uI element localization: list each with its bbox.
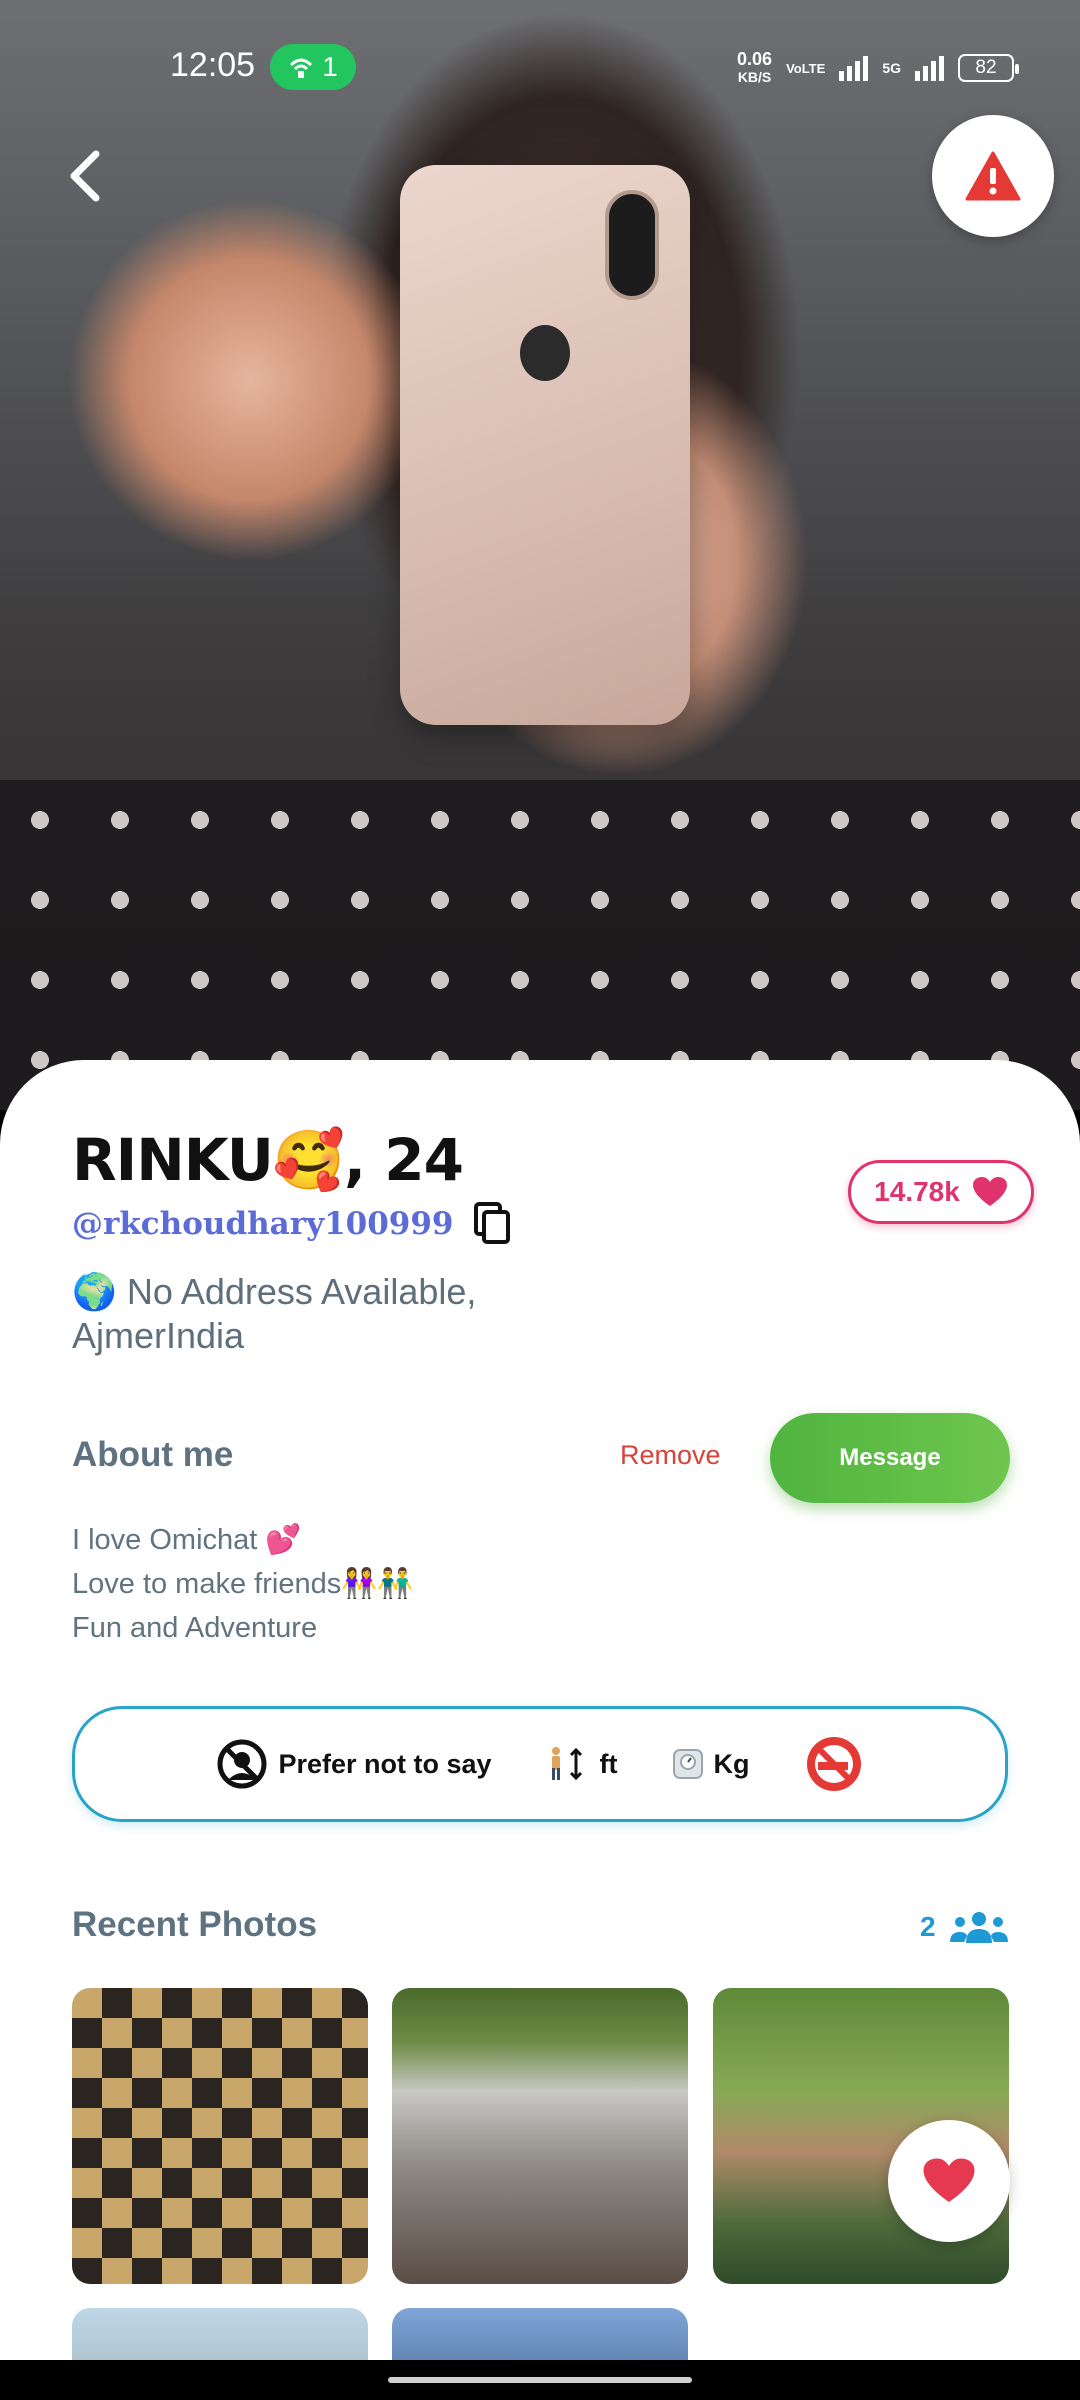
message-button[interactable]: Message [770, 1413, 1010, 1503]
photo-thumbnail[interactable] [392, 1988, 688, 2284]
photo-count-value: 2 [920, 1911, 936, 1942]
heart-icon [972, 1177, 1007, 1206]
traits-bar: Prefer not to say ft Kg [72, 1706, 1008, 1822]
photo-count: 2 [920, 1910, 1010, 1944]
profile-address: 🌍 No Address Available, AjmerIndia [72, 1270, 476, 1358]
trait-height: ft [546, 1746, 618, 1782]
battery-icon: 82 [958, 54, 1019, 82]
bio-text: I love Omichat 💕 Love to make friends👭👬 … [72, 1518, 413, 1650]
likes-count: 14.78k [874, 1176, 960, 1207]
profile-cover-photo [0, 0, 1080, 1110]
status-bar: 12:05 1 0.06 KB/S VoLTE 5G 82 [0, 0, 1080, 140]
trait-religion: Prefer not to say [216, 1738, 492, 1790]
net-speed-unit: KB/S [737, 69, 772, 85]
profile-handle: @rkchoudhary100999 [72, 1206, 454, 1242]
photo-thumbnail[interactable] [72, 1988, 368, 2284]
height-icon [551, 1747, 582, 1781]
bio-line: I love Omichat 💕 [72, 1524, 302, 1556]
favorite-button[interactable] [888, 2120, 1010, 2242]
height-value: ft [599, 1748, 618, 1779]
no-smoking-icon [806, 1737, 861, 1791]
hotspot-pill: 1 [270, 44, 356, 90]
hotspot-icon [290, 58, 313, 78]
trait-weight: Kg [672, 1748, 750, 1780]
profile-name: RINKU🥰, 24 [72, 1126, 464, 1194]
signal-icon [839, 55, 869, 81]
signal-icon-2 [915, 55, 944, 81]
phone-in-photo [400, 165, 690, 725]
photo-thumbnail[interactable] [392, 2308, 688, 2360]
heart-icon [923, 2158, 975, 2202]
address-line-1: 🌍 No Address Available, [72, 1271, 477, 1312]
network-type: 5G [882, 60, 901, 76]
status-time: 12:05 [170, 46, 256, 84]
prohibited-icon [217, 1739, 267, 1789]
weight-value: Kg [713, 1748, 750, 1779]
remove-button[interactable]: Remove [620, 1440, 721, 1471]
bio-line: Love to make friends👭👬 [72, 1568, 414, 1600]
system-nav-bar [0, 2360, 1080, 2400]
net-speed-value: 0.06 [737, 49, 773, 69]
hotspot-count: 1 [322, 51, 338, 82]
scale-icon [672, 1749, 703, 1779]
battery-level: 82 [975, 57, 997, 78]
phone-camera [605, 190, 659, 300]
handle-row: @rkchoudhary100999 [72, 1202, 512, 1246]
religion-value: Prefer not to say [278, 1748, 492, 1779]
back-button[interactable] [58, 140, 118, 210]
trait-smoking [804, 1734, 864, 1794]
report-button[interactable] [932, 115, 1054, 237]
volte-label: VoLTE [786, 60, 826, 76]
likes-badge[interactable]: 14.78k [848, 1160, 1034, 1224]
phone-logo [520, 325, 570, 381]
about-title: About me [72, 1435, 234, 1474]
copy-icon[interactable] [472, 1202, 512, 1246]
net-speed: 0.06 KB/S [737, 50, 772, 86]
people-icon [949, 1912, 1008, 1943]
chevron-left-icon [70, 150, 100, 202]
recent-photos-title: Recent Photos [72, 1905, 318, 1944]
photo-thumbnail[interactable] [72, 2308, 368, 2360]
bio-line: Fun and Adventure [72, 1612, 318, 1644]
home-gesture-handle[interactable] [388, 2377, 692, 2383]
address-line-2: AjmerIndia [72, 1315, 245, 1356]
warning-icon [965, 151, 1021, 201]
